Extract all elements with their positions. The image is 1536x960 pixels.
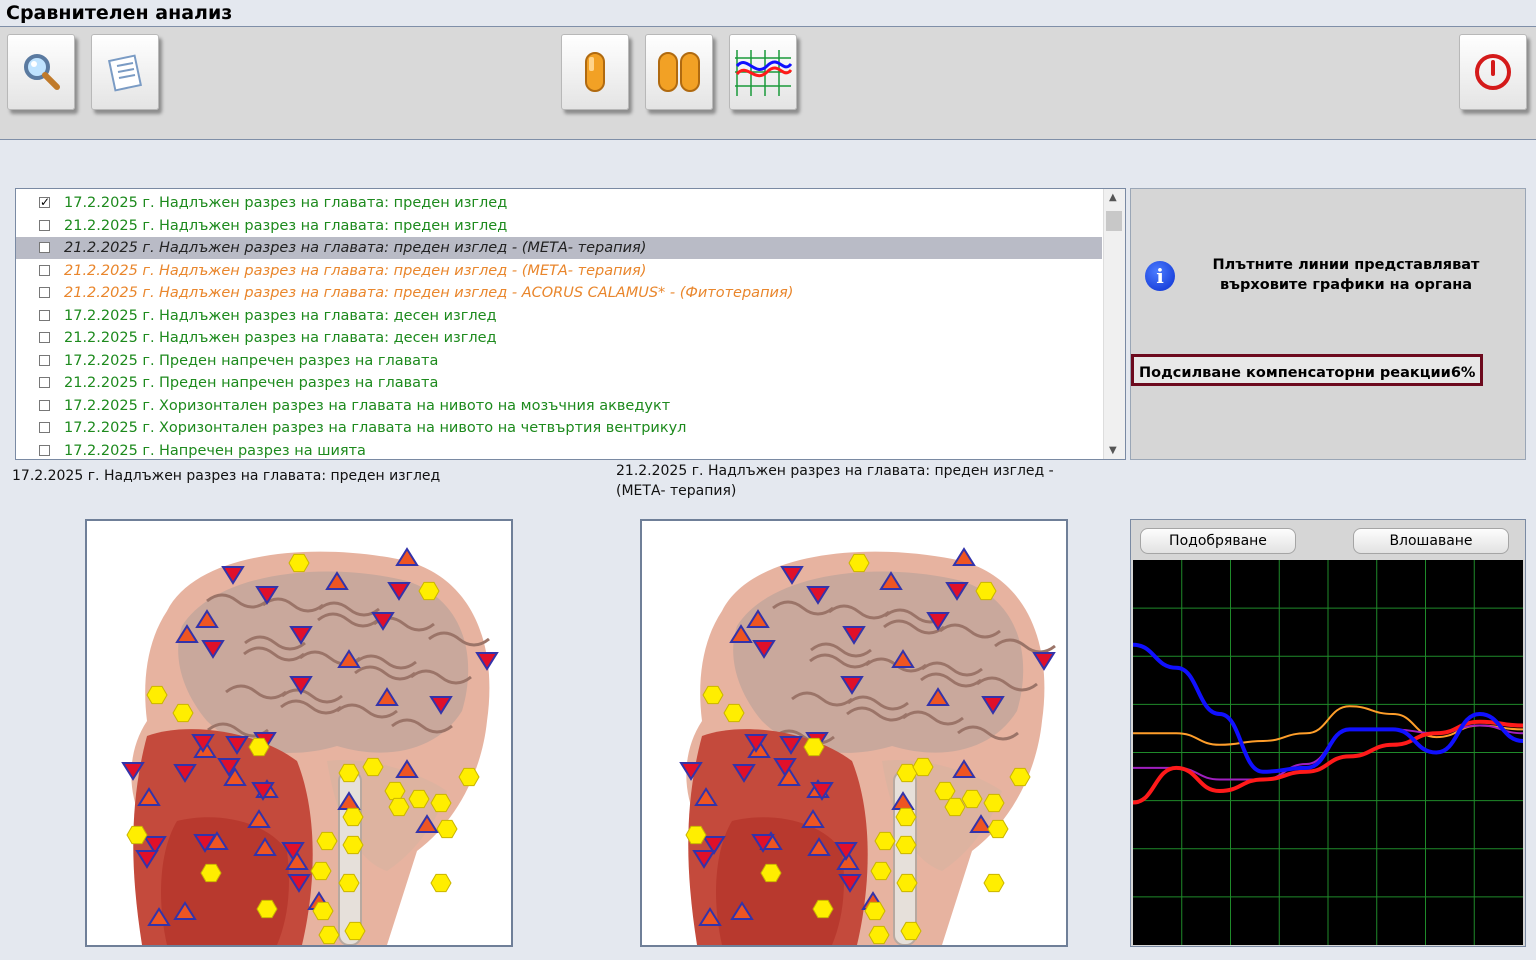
exit-button[interactable] — [1459, 34, 1527, 110]
info-icon: i — [1145, 261, 1175, 291]
left-head-image — [85, 519, 513, 947]
list-item[interactable]: 17.2.2025 г. Напречен разрез на шията — [16, 440, 1102, 460]
list-item[interactable]: 17.2.2025 г. Надлъжен разрез на главата: … — [16, 305, 1102, 327]
list-item-label: 21.2.2025 г. Надлъжен разрез на главата: … — [64, 282, 793, 304]
window-title: Сравнителен анализ — [6, 2, 233, 24]
list-item-text: Надлъжен разрез на главата: преден изгле… — [159, 240, 647, 256]
list-item-label: 17.2.2025 г. Надлъжен разрез на главата: … — [64, 305, 497, 327]
toolbar — [0, 26, 1536, 140]
improve-button[interactable]: Подобряване — [1140, 528, 1296, 554]
list-item-text: Хоризонтален разрез на главата на нивото… — [159, 397, 671, 414]
dual-view-button[interactable] — [645, 34, 713, 110]
left-caption: 17.2.2025 г. Надлъжен разрез на главата:… — [12, 468, 441, 484]
list-item-checkbox[interactable] — [39, 444, 50, 456]
list-item-label: 17.2.2025 г. Надлъжен разрез на главата: … — [64, 192, 507, 214]
list-item[interactable]: 17.2.2025 г. Преден напречен разрез на гл… — [16, 350, 1102, 372]
list-item-date: 17.2.2025 г. — [64, 442, 155, 459]
graph-plot — [1132, 560, 1524, 945]
right-caption: 21.2.2025 г. Надлъжен разрез на главата:… — [616, 463, 1054, 499]
list-item-text: Надлъжен разрез на главата: десен изглед — [159, 307, 497, 324]
list-item-checkbox[interactable] — [39, 399, 50, 411]
scroll-thumb[interactable] — [1106, 211, 1122, 231]
list-item[interactable]: ✓ 17.2.2025 г. Надлъжен разрез на главата:… — [16, 192, 1102, 214]
list-item-date: 17.2.2025 г. — [64, 352, 155, 369]
list-item-label: 17.2.2025 г. Хоризонтален разрез на глава… — [64, 417, 686, 439]
list-item-checkbox[interactable]: ✓ — [39, 196, 50, 208]
info-text: Плътните линии представляват върховите г… — [1212, 257, 1480, 293]
list-item-date: 17.2.2025 г. — [64, 307, 155, 324]
list-item-date: 21.2.2025 г. — [64, 217, 155, 234]
right-head-image — [640, 519, 1068, 947]
graph-button[interactable] — [729, 34, 797, 110]
list-item[interactable]: 17.2.2025 г. Хоризонтален разрез на глава… — [16, 417, 1102, 439]
list-item-checkbox[interactable] — [39, 422, 50, 433]
list-item-text: Преден напречен разрез на главата — [159, 375, 439, 391]
list-item-checkbox[interactable] — [39, 219, 50, 231]
list-item-text: Надлъжен разрез на главата: преден изгле… — [159, 285, 794, 301]
graph-panel: Подобряване Влошаване — [1130, 519, 1526, 947]
worsen-button[interactable]: Влошаване — [1353, 528, 1509, 554]
records-list[interactable]: ✓ 17.2.2025 г. Надлъжен разрез на главата:… — [15, 188, 1126, 460]
list-item-label: 21.2.2025 г. Надлъжен разрез на главата: … — [64, 215, 507, 237]
list-item-checkbox[interactable] — [39, 377, 50, 388]
report-button[interactable] — [91, 34, 159, 110]
magnifier-icon — [24, 54, 60, 90]
list-item-text: Надлъжен разрез на главата: десен изглед — [159, 330, 497, 346]
notepad-icon — [107, 54, 143, 92]
list-item-checkbox[interactable] — [39, 287, 50, 298]
list-item[interactable]: 21.2.2025 г. Надлъжен разрез на главата: … — [16, 260, 1102, 282]
list-item-date: 17.2.2025 г. — [64, 195, 155, 211]
list-item-label: 21.2.2025 г. Преден напречен разрез на гл… — [64, 372, 438, 394]
list-item-date: 21.2.2025 г. — [64, 285, 155, 301]
list-item-checkbox[interactable] — [39, 242, 50, 253]
list-item-date: 21.2.2025 г. — [64, 375, 155, 391]
list-item[interactable]: 21.2.2025 г. Надлъжен разрез на главата: … — [16, 327, 1102, 349]
list-item-checkbox[interactable] — [39, 332, 50, 343]
list-item-text: Напречен разрез на шията — [159, 442, 366, 459]
list-item-date: 21.2.2025 г. — [64, 330, 155, 346]
list-item[interactable]: 21.2.2025 г. Надлъжен разрез на главата: … — [16, 282, 1102, 304]
power-icon — [1475, 54, 1511, 90]
graph-icon — [735, 50, 793, 96]
list-item-date: 21.2.2025 г. — [64, 240, 155, 256]
list-item-text: Надлъжен разрез на главата: преден изгле… — [159, 217, 508, 234]
list-item-date: 17.2.2025 г. — [64, 420, 155, 436]
list-item-label: 21.2.2025 г. Надлъжен разрез на главата: … — [64, 327, 497, 349]
list-item-checkbox[interactable] — [39, 264, 50, 276]
list-item-label: 17.2.2025 г. Преден напречен разрез на гл… — [64, 350, 438, 372]
list-item-checkbox[interactable] — [39, 309, 50, 321]
list-item-text: Преден напречен разрез на главата — [159, 352, 439, 369]
single-capsule-icon — [585, 52, 605, 92]
list-item-label: 21.2.2025 г. Надлъжен разрез на главата: … — [64, 260, 646, 282]
list-item-checkbox[interactable] — [39, 354, 50, 366]
dual-capsule-icon — [658, 52, 700, 92]
list-item-date: 21.2.2025 г. — [64, 262, 155, 279]
list-item-text: Надлъжен разрез на главата: преден изгле… — [159, 195, 508, 211]
list-item-text: Надлъжен разрез на главата: преден изгле… — [159, 262, 647, 279]
list-item-label: 17.2.2025 г. Хоризонтален разрез на глава… — [64, 395, 670, 417]
list-item[interactable]: 21.2.2025 г. Надлъжен разрез на главата: … — [16, 215, 1102, 237]
single-view-button[interactable] — [561, 34, 629, 110]
list-scrollbar[interactable]: ▲ ▼ — [1103, 189, 1125, 459]
list-item[interactable]: 21.2.2025 г. Надлъжен разрез на главата: … — [16, 237, 1102, 259]
scroll-down-icon[interactable]: ▼ — [1109, 445, 1117, 456]
list-item[interactable]: 17.2.2025 г. Хоризонтален разрез на глава… — [16, 395, 1102, 417]
list-item[interactable]: 21.2.2025 г. Преден напречен разрез на гл… — [16, 372, 1102, 394]
compensation-label: Подсилване компенсаторни реакции6% — [1131, 354, 1484, 386]
info-panel: i Плътните линии представляват върховите… — [1130, 188, 1526, 460]
scroll-up-icon[interactable]: ▲ — [1109, 192, 1117, 203]
list-item-label: 21.2.2025 г. Надлъжен разрез на главата: … — [64, 237, 646, 259]
list-item-label: 17.2.2025 г. Напречен разрез на шията — [64, 440, 366, 460]
list-item-date: 17.2.2025 г. — [64, 397, 155, 414]
search-button[interactable] — [7, 34, 75, 110]
list-item-text: Хоризонтален разрез на главата на нивото… — [159, 420, 687, 436]
